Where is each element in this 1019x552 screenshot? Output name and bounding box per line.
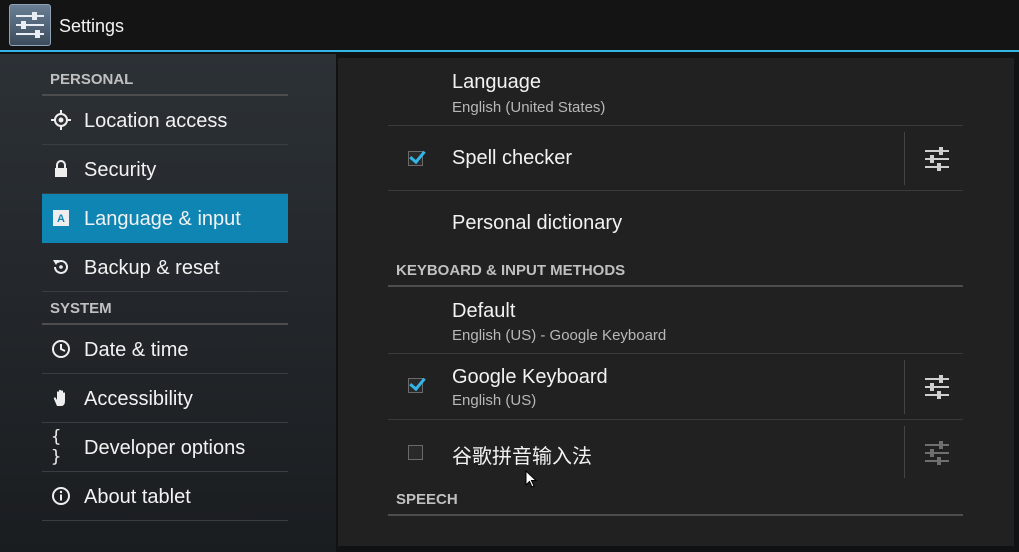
google-keyboard-title: Google Keyboard bbox=[452, 366, 608, 388]
location-icon bbox=[51, 110, 71, 130]
google-keyboard-checkbox[interactable] bbox=[408, 378, 423, 393]
sidebar-item-accessibility[interactable]: Accessibility bbox=[42, 374, 288, 423]
sidebar-item-label: Date & time bbox=[84, 339, 189, 361]
spell-checker-title: Spell checker bbox=[452, 147, 573, 169]
default-keyboard-preference[interactable]: Default English (US) - Google Keyboard bbox=[388, 287, 963, 354]
sidebar: PERSONAL Location access Security A Lang… bbox=[0, 54, 336, 552]
sidebar-item-label: Security bbox=[84, 159, 157, 181]
app-title: Settings bbox=[59, 16, 125, 36]
system-header: SYSTEM bbox=[42, 285, 288, 325]
sidebar-item-label: Backup & reset bbox=[84, 257, 220, 279]
sidebar-item-security[interactable]: Security bbox=[42, 145, 288, 194]
sidebar-item-about-tablet[interactable]: About tablet bbox=[42, 472, 288, 521]
pinyin-checkbox[interactable] bbox=[408, 445, 423, 460]
divider bbox=[904, 360, 905, 414]
sidebar-item-label: Location access bbox=[84, 110, 228, 132]
sidebar-item-label: Language & input bbox=[84, 208, 241, 230]
sidebar-item-location-access[interactable]: Location access bbox=[42, 96, 288, 145]
spell-checker-settings-icon[interactable] bbox=[924, 147, 950, 171]
language-preference[interactable]: Language English (United States) bbox=[388, 58, 963, 126]
spell-checker-preference[interactable]: Spell checker bbox=[388, 126, 963, 191]
backup-icon bbox=[51, 257, 71, 277]
braces-icon: { } bbox=[51, 427, 62, 467]
lock-icon bbox=[51, 159, 71, 179]
language-title: Language bbox=[452, 71, 541, 93]
speech-header: SPEECH bbox=[388, 486, 963, 516]
sidebar-item-date-time[interactable]: Date & time bbox=[42, 325, 288, 374]
google-keyboard-settings-icon[interactable] bbox=[924, 375, 950, 399]
sidebar-item-language-input[interactable]: A Language & input bbox=[42, 194, 288, 243]
settings-sliders-icon[interactable] bbox=[9, 4, 51, 46]
language-summary: English (United States) bbox=[452, 99, 606, 116]
info-icon bbox=[51, 486, 71, 506]
language-icon: A bbox=[51, 208, 71, 228]
pinyin-settings-icon[interactable] bbox=[924, 441, 950, 465]
pinyin-ime-preference[interactable]: 谷歌拼音输入法 bbox=[388, 420, 963, 486]
divider bbox=[904, 132, 905, 185]
divider bbox=[904, 426, 905, 478]
default-title: Default bbox=[452, 300, 516, 322]
default-summary: English (US) - Google Keyboard bbox=[452, 327, 667, 344]
pinyin-title: 谷歌拼音输入法 bbox=[452, 444, 592, 468]
clock-icon bbox=[51, 339, 71, 359]
preferences-pane: Language English (United States) Spell c… bbox=[338, 58, 1014, 546]
keyboard-input-methods-header: KEYBOARD & INPUT METHODS bbox=[388, 257, 963, 287]
sidebar-item-label: About tablet bbox=[84, 486, 191, 508]
svg-text:A: A bbox=[57, 213, 65, 225]
google-keyboard-preference[interactable]: Google Keyboard English (US) bbox=[388, 354, 963, 420]
personal-dictionary-title: Personal dictionary bbox=[452, 212, 623, 234]
hand-icon bbox=[51, 388, 71, 408]
sidebar-item-label: Developer options bbox=[84, 437, 246, 459]
spell-checker-checkbox[interactable] bbox=[408, 151, 423, 166]
google-keyboard-summary: English (US) bbox=[452, 392, 537, 409]
action-bar: Settings bbox=[0, 0, 1019, 52]
sidebar-item-label: Accessibility bbox=[84, 388, 193, 410]
personal-dictionary-preference[interactable]: Personal dictionary bbox=[388, 191, 963, 257]
personal-header: PERSONAL bbox=[42, 56, 288, 96]
mouse-cursor-icon bbox=[525, 469, 538, 493]
sidebar-item-developer-options[interactable]: { } Developer options bbox=[42, 423, 288, 472]
